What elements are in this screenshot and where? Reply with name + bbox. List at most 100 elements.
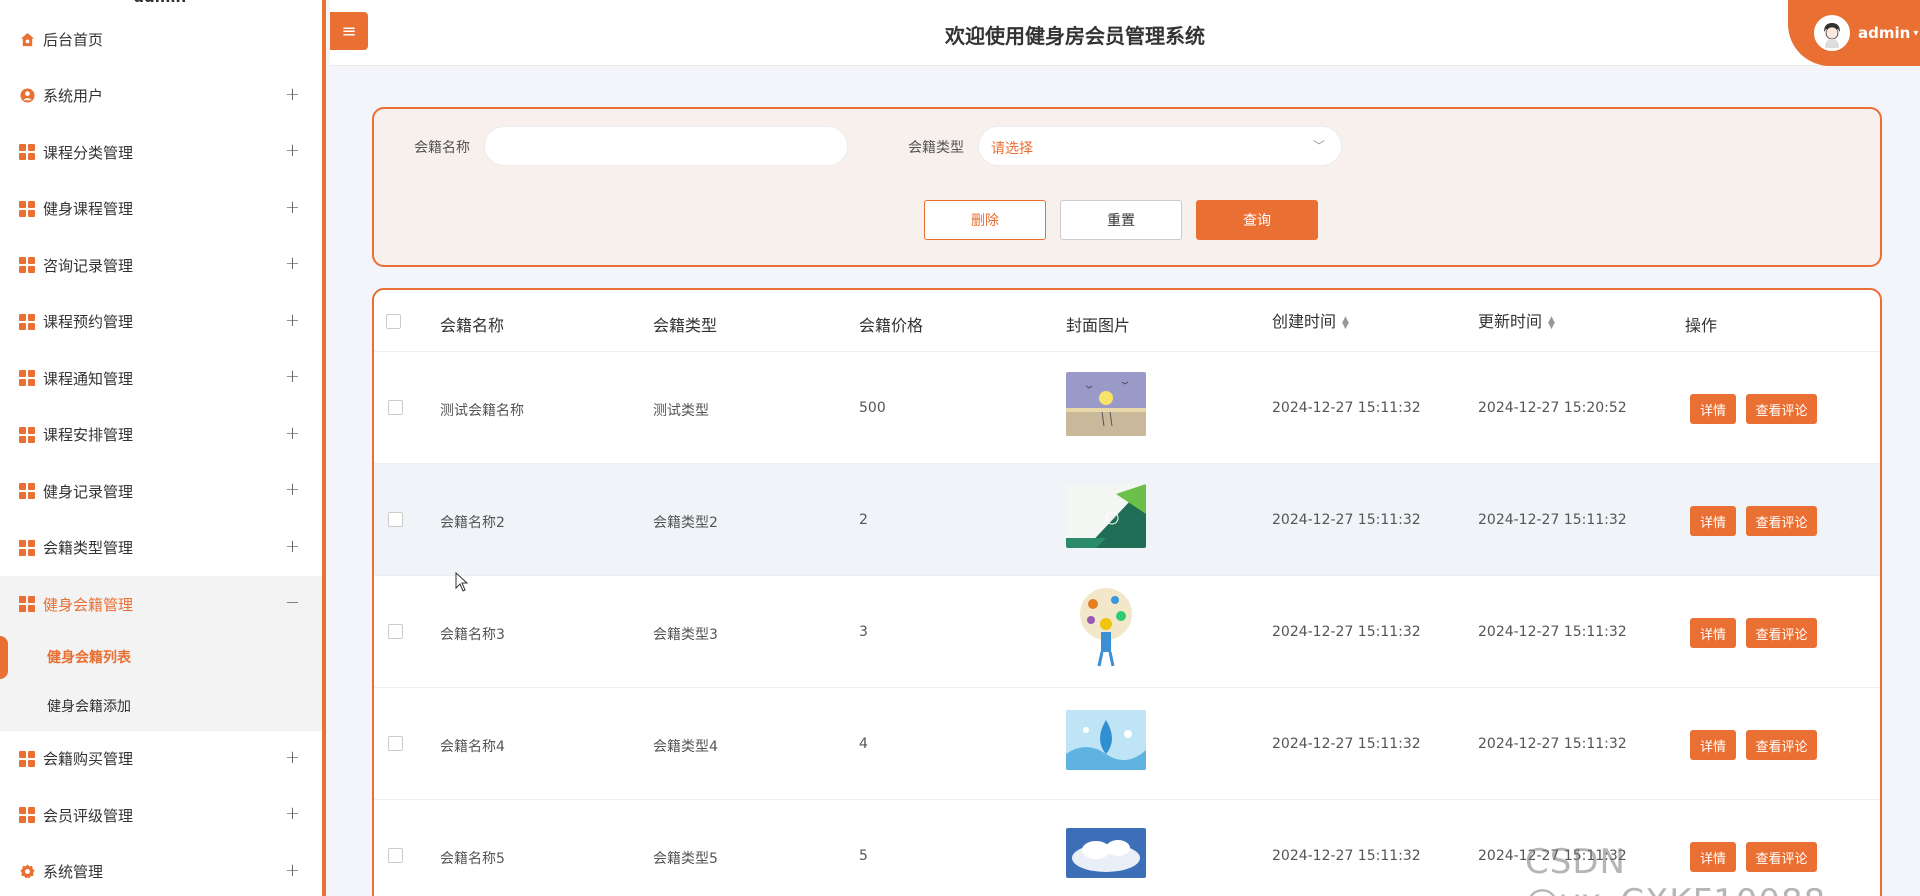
grid-icon (19, 807, 35, 824)
sort-icon[interactable]: ▲ ▼ (1342, 315, 1349, 330)
view-comments-button[interactable]: 查看评论 (1746, 730, 1817, 760)
cell-created: 2024-12-27 15:11:32 (1272, 512, 1421, 528)
row-checkbox[interactable] (388, 400, 403, 415)
sort-icon[interactable]: ▲ ▼ (1548, 315, 1555, 330)
collapse-icon[interactable]: − (285, 592, 300, 613)
expand-icon[interactable]: + (285, 310, 300, 331)
cover-image[interactable] (1066, 710, 1146, 770)
view-comments-button[interactable]: 查看评论 (1746, 618, 1817, 648)
sidebar-item-home[interactable]: 后台首页 (0, 11, 322, 68)
cover-image[interactable] (1066, 828, 1146, 878)
column-header-updated[interactable]: 更新时间 ▲ ▼ (1478, 308, 1555, 332)
sidebar-username: admin (0, 0, 320, 6)
expand-icon[interactable]: + (285, 197, 300, 218)
sidebar: admin 后台首页 系统用户 + 课程分类管理 + 健身课程管理 + 咨 (0, 0, 326, 896)
row-checkbox[interactable] (388, 624, 403, 639)
view-comments-button[interactable]: 查看评论 (1746, 506, 1817, 536)
sidebar-subitem-membership-list[interactable]: 健身会籍列表 (0, 633, 322, 682)
expand-icon[interactable]: + (285, 366, 300, 387)
cover-image[interactable] (1066, 372, 1146, 436)
gear-icon (19, 864, 35, 880)
sidebar-item-label: 课程安排管理 (43, 426, 134, 445)
grid-icon (19, 596, 35, 613)
sidebar-subitem-membership-add[interactable]: 健身会籍添加 (0, 682, 322, 731)
sidebar-item-course-category[interactable]: 课程分类管理 + (0, 124, 322, 181)
expand-icon[interactable]: + (285, 253, 300, 274)
search-panel: 会籍名称 会籍类型 请选择 ﹀ 删除 重置 查询 (372, 107, 1882, 267)
table-header: 会籍名称 会籍类型 会籍价格 封面图片 创建时间 ▲ ▼ 更新时间 ▲ ▼ 操作 (374, 290, 1880, 352)
name-input[interactable] (484, 126, 848, 166)
sidebar-item-course-schedule[interactable]: 课程安排管理 + (0, 407, 322, 464)
cover-image[interactable] (1069, 586, 1143, 668)
table-row: 会籍名称4 会籍类型4 4 2024-12-27 15:11:32 2024-1… (374, 688, 1880, 800)
cell-created: 2024-12-27 15:11:32 (1272, 848, 1421, 864)
sidebar-item-membership-type[interactable]: 会籍类型管理 + (0, 520, 322, 577)
expand-icon[interactable]: + (285, 479, 300, 500)
sidebar-item-member-rating[interactable]: 会员评级管理 + (0, 787, 322, 844)
sidebar-item-label: 健身会籍管理 (43, 595, 134, 614)
sidebar-item-consult-record[interactable]: 咨询记录管理 + (0, 237, 322, 294)
cell-type: 会籍类型3 (653, 627, 718, 643)
detail-button[interactable]: 详情 (1690, 730, 1736, 760)
expand-icon[interactable]: + (285, 747, 300, 768)
sidebar-item-label: 课程通知管理 (43, 369, 134, 388)
sidebar-item-fitness-record[interactable]: 健身记录管理 + (0, 463, 322, 520)
grid-icon (19, 483, 35, 500)
grid-icon (19, 426, 35, 443)
expand-icon[interactable]: + (285, 860, 300, 881)
detail-button[interactable]: 详情 (1690, 506, 1736, 536)
expand-icon[interactable]: + (285, 536, 300, 557)
cell-name: 会籍名称2 (440, 515, 505, 531)
sidebar-subitem-label: 健身会籍列表 (47, 650, 131, 666)
column-header-label: 创建时间 (1272, 312, 1337, 331)
reset-button[interactable]: 重置 (1060, 200, 1182, 240)
table-row: 会籍名称3 会籍类型3 3 2024-12-27 15:11:32 2024-1… (374, 576, 1880, 688)
grid-icon (19, 257, 35, 274)
detail-button[interactable]: 详情 (1690, 618, 1736, 648)
row-checkbox[interactable] (388, 736, 403, 751)
cell-updated: 2024-12-27 15:11:32 (1478, 736, 1627, 752)
chevron-down-icon: ﹀ (1312, 139, 1325, 153)
active-indicator (0, 635, 8, 679)
column-header-cover: 封面图片 (1066, 316, 1131, 335)
query-button[interactable]: 查询 (1196, 200, 1318, 240)
sidebar-item-fitness-course[interactable]: 健身课程管理 + (0, 181, 322, 238)
expand-icon[interactable]: + (285, 140, 300, 161)
cell-created: 2024-12-27 15:11:32 (1272, 624, 1421, 640)
cell-updated: 2024-12-27 15:11:32 (1478, 624, 1627, 640)
sidebar-item-course-notice[interactable]: 课程通知管理 + (0, 350, 322, 407)
expand-icon[interactable]: + (285, 423, 300, 444)
sidebar-item-label: 会籍购买管理 (43, 750, 134, 769)
sidebar-item-system-management[interactable]: 系统管理 + (0, 844, 322, 896)
sidebar-item-label: 后台首页 (43, 30, 104, 49)
cover-image[interactable] (1066, 484, 1146, 548)
sidebar-item-system-users[interactable]: 系统用户 + (0, 68, 322, 125)
expand-icon[interactable]: + (285, 803, 300, 824)
user-menu[interactable]: admin ▾ (1788, 0, 1920, 66)
expand-icon[interactable]: + (285, 84, 300, 105)
cell-price: 4 (859, 736, 868, 752)
cell-price: 3 (859, 624, 868, 640)
sidebar-item-label: 会籍类型管理 (43, 539, 134, 558)
detail-button[interactable]: 详情 (1690, 394, 1736, 424)
sidebar-item-label: 健身记录管理 (43, 482, 134, 501)
column-header-created[interactable]: 创建时间 ▲ ▼ (1272, 308, 1349, 332)
row-checkbox[interactable] (388, 512, 403, 527)
sidebar-item-course-booking[interactable]: 课程预约管理 + (0, 294, 322, 351)
sidebar-item-membership[interactable]: 健身会籍管理 − (0, 576, 322, 633)
table-row: 会籍名称2 会籍类型2 2 2024-12-27 15:11:32 2024-1… (374, 464, 1880, 576)
delete-button[interactable]: 删除 (924, 200, 1046, 240)
avatar (1814, 15, 1850, 51)
top-header: ≡ 欢迎使用健身房会员管理系统 admin ▾ (330, 0, 1920, 66)
cell-updated: 2024-12-27 15:20:52 (1478, 400, 1627, 416)
row-checkbox[interactable] (388, 848, 403, 863)
cell-created: 2024-12-27 15:11:32 (1272, 400, 1421, 416)
column-header-price: 会籍价格 (859, 316, 924, 335)
sidebar-item-membership-purchase[interactable]: 会籍购买管理 + (0, 731, 322, 788)
sidebar-subitem-label: 健身会籍添加 (47, 699, 131, 715)
select-all-checkbox[interactable] (386, 314, 401, 329)
type-select[interactable]: 请选择 ﹀ (978, 126, 1342, 166)
type-label: 会籍类型 (908, 140, 964, 156)
view-comments-button[interactable]: 查看评论 (1746, 394, 1817, 424)
home-icon (19, 31, 35, 47)
